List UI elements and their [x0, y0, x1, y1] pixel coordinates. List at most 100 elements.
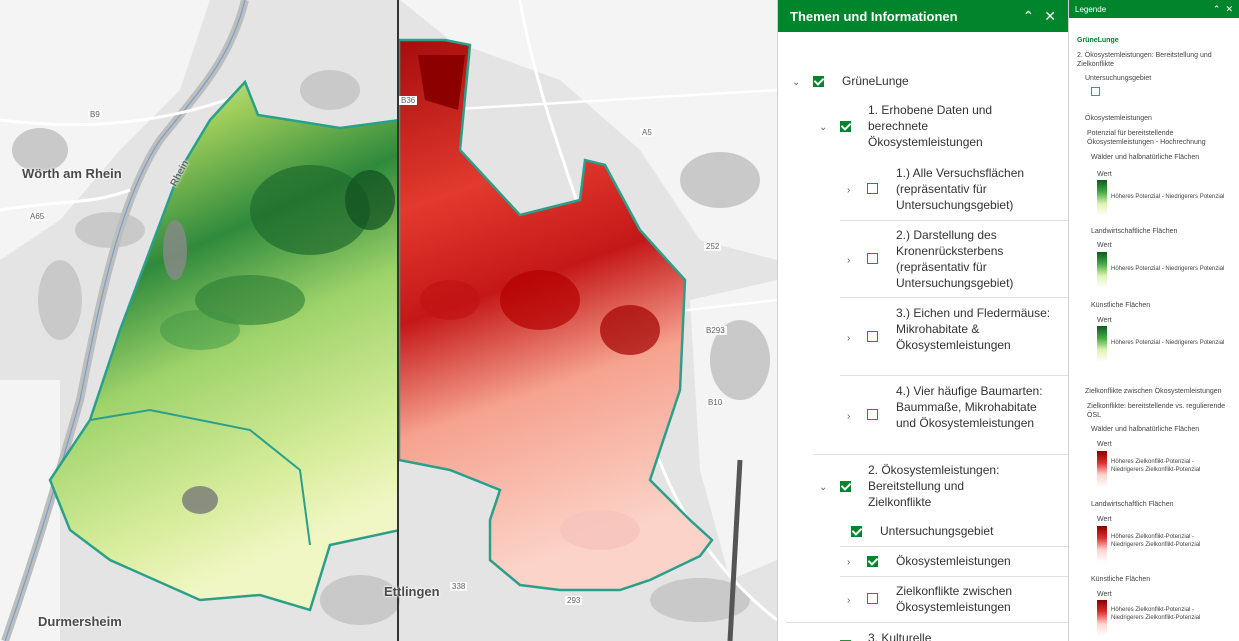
layer-checkbox[interactable] [840, 121, 851, 132]
separator [840, 375, 1068, 376]
layer-list-panel: Themen und Informationen ⌃ ✕ ⌄ GrüneLung… [777, 0, 1068, 641]
layer-item-gruenelunge[interactable]: ⌄ GrüneLunge [778, 73, 1069, 89]
layer-label: 2.) Darstellung des Kronenrücksterbens (… [896, 228, 1014, 290]
legend-eco-title: Ökosystemleistungen [1085, 115, 1152, 122]
separator [840, 220, 1068, 221]
legend-header: Legende ⌃ ✕ [1069, 0, 1239, 18]
layer-label: 4.) Vier häufige Baumarten: Baummaße, Mi… [896, 384, 1043, 430]
legend-ramp-label: Höheres Potenzial - Niedrigerers Potenzi… [1111, 266, 1225, 272]
chevron-right-icon[interactable]: › [847, 253, 850, 269]
chevron-down-icon[interactable]: ⌄ [819, 480, 827, 496]
legend-ramp-green [1097, 180, 1107, 216]
layer-label: 1.) Alle Versuchsflächen (repräsentativ … [896, 166, 1025, 212]
legend-area-swatch [1091, 87, 1100, 96]
chevron-right-icon[interactable]: › [847, 555, 850, 571]
layer-label: GrüneLunge [842, 74, 909, 88]
separator [840, 546, 1068, 547]
place-label-woerth: Wörth am Rhein [22, 166, 122, 181]
separator [786, 622, 1068, 623]
road-label-a65: A65 [28, 212, 47, 221]
legend-title: Legende [1075, 4, 1107, 14]
chevron-down-icon[interactable]: ⌄ [819, 120, 827, 136]
map-view[interactable]: Wörth am Rhein Durmersheim Ettlingen Rhe… [0, 0, 777, 641]
legend-layer-title: 2. Ökosystemleistungen: Bereitstellung u… [1077, 52, 1212, 68]
road-label-b9: B9 [88, 110, 102, 119]
legend-value-label: Wert [1097, 242, 1112, 249]
legend-ramp-label: Höheres Zielkonflikt-Potenzial - Niedrig… [1111, 534, 1201, 548]
legend-value-label: Wert [1097, 516, 1112, 523]
chevron-right-icon[interactable]: › [847, 409, 850, 425]
layer-label: Zielkonflikte zwischen Ökosystemleistung… [896, 584, 1013, 614]
layer-panel-title: Themen und Informationen [790, 8, 958, 24]
legend-class-forest: Wälder und halbnatürliche Flächen [1091, 154, 1200, 161]
close-icon[interactable]: ✕ [1225, 4, 1233, 15]
legend-ramp-red [1097, 526, 1107, 562]
legend-ramp-green [1097, 252, 1107, 288]
legend-class-agri: Landwirtschaftliche Flächen [1091, 228, 1178, 235]
legend-ramp-red [1097, 451, 1107, 487]
layer-item-kronenruecksterben[interactable]: › 2.) Darstellung des Kronenrücksterbens… [778, 227, 1069, 291]
layer-label: 2. Ökosystemleistungen: Bereitstellung u… [868, 463, 1000, 509]
layer-checkbox[interactable] [851, 526, 862, 537]
layer-checkbox[interactable] [867, 253, 878, 264]
legend-ramp-green [1097, 326, 1107, 362]
legend-ramp-label: Höheres Zielkonflikt-Potenzial - Niedrig… [1111, 607, 1201, 621]
layer-checkbox[interactable] [813, 76, 824, 87]
legend-ramp-label: Höheres Zielkonflikt-Potenzial - Niedrig… [1111, 459, 1201, 473]
separator [840, 297, 1068, 298]
place-label-durmersheim: Durmersheim [38, 614, 122, 629]
layer-item-oesl-bereitstellung[interactable]: ⌄ 2. Ökosystemleistungen: Bereitstellung… [778, 462, 1069, 510]
legend-conflict-subtitle: Zielkonflikte: bereitstellende vs. regul… [1087, 403, 1226, 419]
layer-label: Untersuchungsgebiet [880, 524, 994, 538]
layer-item-erhobene-daten[interactable]: ⌄ 1. Erhobene Daten und berechnete Ökosy… [778, 102, 1069, 150]
basemap-and-swipe-layers[interactable] [0, 0, 777, 641]
layer-checkbox[interactable] [867, 593, 878, 604]
app-window: Wörth am Rhein Durmersheim Ettlingen Rhe… [0, 0, 1239, 641]
layer-checkbox[interactable] [867, 183, 878, 194]
layer-item-oekosystemleistungen[interactable]: › Ökosystemleistungen [778, 553, 1069, 569]
legend-ramp-label: Höheres Potenzial - Niedrigerers Potenzi… [1111, 340, 1225, 346]
separator [840, 576, 1068, 577]
layer-checkbox[interactable] [867, 409, 878, 420]
chevron-right-icon[interactable]: › [847, 593, 850, 609]
road-label-b293: B293 [704, 326, 727, 335]
legend-value-label: Wert [1097, 317, 1112, 324]
layer-item-versuchsflaechen[interactable]: › 1.) Alle Versuchsflächen (repräsentati… [778, 165, 1069, 213]
layer-label: 1. Erhobene Daten und berechnete Ökosyst… [868, 103, 993, 149]
close-icon[interactable]: ✕ [1044, 8, 1056, 25]
layer-item-eichen-fledermaeuse[interactable]: › 3.) Eichen und Fledermäuse: Mikrohabit… [778, 305, 1069, 369]
place-label-ettlingen: Ettlingen [384, 584, 440, 599]
road-label-a5: A5 [640, 128, 654, 137]
chevron-right-icon[interactable]: › [847, 331, 850, 347]
layer-checkbox[interactable] [867, 331, 878, 342]
layer-checkbox[interactable] [867, 556, 878, 567]
legend-group-title: GrüneLunge [1077, 37, 1119, 44]
road-label-293: 293 [565, 596, 583, 605]
layer-checkbox[interactable] [840, 481, 851, 492]
layer-label: Ökosystemleistungen [896, 554, 1011, 568]
legend-class-artificial: Künstliche Flächen [1091, 302, 1151, 309]
layer-panel-header: Themen und Informationen ⌃ ✕ [778, 0, 1068, 32]
layer-item-untersuchungsgebiet[interactable]: Untersuchungsgebiet [778, 523, 1069, 539]
chevron-down-icon[interactable]: ⌄ [792, 75, 800, 91]
legend-ramp-label: Höheres Potenzial - Niedrigerers Potenzi… [1111, 194, 1225, 200]
road-label-b10: B10 [706, 398, 725, 407]
legend-value-label: Wert [1097, 441, 1112, 448]
legend-value-label: Wert [1097, 591, 1112, 598]
legend-conflict-title: Zielkonflikte zwischen Ökosystemleistung… [1085, 388, 1222, 395]
collapse-up-icon[interactable]: ⌃ [1213, 4, 1221, 15]
layer-label: 3.) Eichen und Fledermäuse: Mikrohabitat… [896, 306, 1051, 352]
collapse-up-icon[interactable]: ⌃ [1023, 8, 1035, 25]
legend-class-forest: Wälder und halbnatürliche Flächen [1091, 426, 1200, 433]
road-label-252: 252 [704, 242, 722, 251]
layer-item-vier-baumarten[interactable]: › 4.) Vier häufige Baumarten: Baummaße, … [778, 383, 1069, 447]
layer-item-kulturelle-oesl[interactable]: › 3. Kulturelle Ökosystemleistungen [778, 630, 1069, 641]
layer-label: 3. Kulturelle Ökosystemleistungen [868, 631, 932, 641]
legend-eco-subtitle: Potenzial für bereitstellende Ökosysteml… [1087, 130, 1206, 146]
layer-item-zielkonflikte[interactable]: › Zielkonflikte zwischen Ökosystemleistu… [778, 583, 1069, 615]
legend-area-label: Untersuchungsgebiet [1085, 75, 1152, 82]
chevron-right-icon[interactable]: › [847, 183, 850, 199]
legend-class-artificial: Künstliche Flächen [1091, 576, 1151, 583]
separator [813, 454, 1068, 455]
road-label-338: 338 [450, 582, 468, 591]
